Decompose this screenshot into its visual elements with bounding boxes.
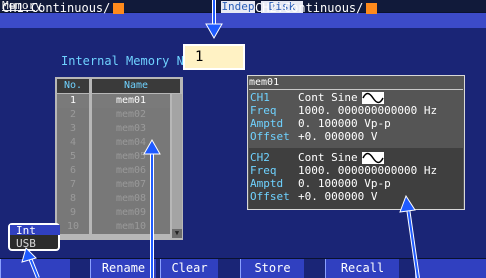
arrowhead-icon <box>205 23 223 40</box>
arrowhead-icon <box>399 194 416 213</box>
arrow-detail-panel <box>407 207 419 278</box>
arrow-storage <box>29 257 39 278</box>
arrowhead-icon <box>21 247 37 263</box>
callout-arrows <box>21 0 420 278</box>
arrowhead-icon <box>143 138 161 155</box>
